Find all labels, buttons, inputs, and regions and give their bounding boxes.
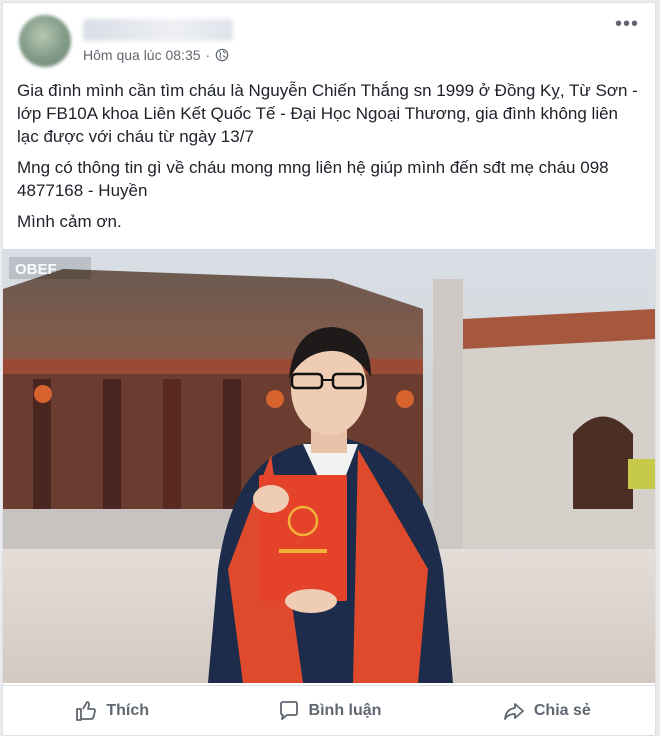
photo-watermark: OBEF bbox=[15, 261, 57, 278]
comment-label: Bình luận bbox=[308, 702, 382, 719]
post-paragraph: Mng có thông tin gì về cháu mong mng liê… bbox=[17, 158, 609, 200]
share-button[interactable]: Chia sẻ bbox=[438, 686, 655, 735]
post-card: Hôm qua lúc 08:35 · ••• Gia đình mình cầ… bbox=[2, 2, 656, 736]
comment-button[interactable]: Bình luận bbox=[220, 686, 437, 735]
post-paragraph: Mình cảm ơn. bbox=[17, 212, 122, 231]
avatar[interactable] bbox=[19, 15, 71, 67]
post-text: Gia đình mình cần tìm cháu là Nguyễn Chi… bbox=[17, 79, 643, 241]
more-options-icon[interactable]: ••• bbox=[615, 14, 639, 34]
like-button[interactable]: Thích bbox=[3, 686, 220, 735]
share-label: Chia sẻ bbox=[533, 702, 591, 719]
post-timestamp[interactable]: Hôm qua lúc 08:35 bbox=[83, 47, 201, 63]
thumbs-up-icon bbox=[76, 701, 97, 721]
graduation-photo: OBEF bbox=[3, 249, 655, 683]
post-actions: Thích Bình luận Chia sẻ bbox=[3, 685, 655, 735]
comment-icon bbox=[279, 701, 298, 720]
post-meta: Hôm qua lúc 08:35 · bbox=[83, 47, 229, 63]
share-icon bbox=[503, 703, 524, 720]
post-paragraph: Gia đình mình cần tìm cháu là Nguyễn Chi… bbox=[17, 81, 638, 146]
post-photo[interactable]: OBEF bbox=[3, 249, 655, 683]
meta-separator: · bbox=[205, 47, 211, 63]
globe-icon[interactable] bbox=[215, 48, 229, 62]
author-name-blurred[interactable] bbox=[83, 19, 233, 41]
post-header: Hôm qua lúc 08:35 · ••• bbox=[3, 3, 655, 73]
like-label: Thích bbox=[106, 702, 149, 719]
